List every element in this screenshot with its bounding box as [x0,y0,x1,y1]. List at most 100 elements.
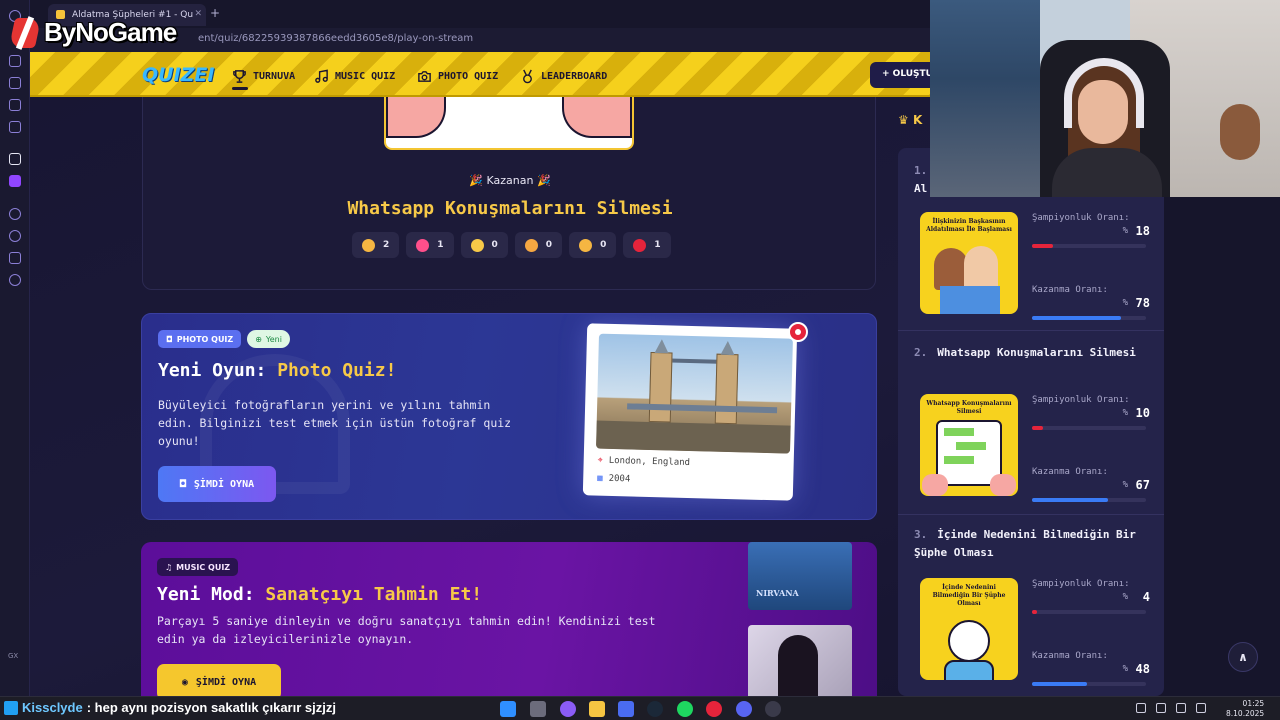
bynogame-logo-text: ByNoGame [44,16,177,47]
win-rate: Kazanma Oranı: % 67 [1032,464,1150,502]
task-view-icon[interactable] [530,701,546,717]
image-icon[interactable] [9,99,21,111]
site-logo[interactable]: QUIZEI [142,64,214,86]
photo-quiz-card: ◘ PHOTO QUIZ ⊕ Yeni Yeni Oyun: Photo Quiz!… [141,313,877,520]
nav-leaderboard[interactable]: LEADERBOARD [520,67,607,85]
music-quiz-card: ♫ MUSIC QUIZ Yeni Mod: Sanatçıyı Tahmin E… [141,542,877,696]
stat-label: Kazanma Oranı: [1032,285,1108,295]
close-icon[interactable]: ✕ [194,9,202,19]
active-nav-indicator [232,87,248,90]
clock-time: 01:25 [1242,699,1265,708]
twitch-icon[interactable] [9,175,21,187]
angry-icon [633,238,647,252]
chat-platform-icon [4,700,18,715]
system-clock[interactable]: 01:25 8.10.2025 [1226,699,1264,719]
bynogame-logo-icon [8,14,42,50]
percent-sign: % [1122,480,1128,490]
nav-music-quiz[interactable]: MUSIC QUIZ [314,67,395,85]
site-navbar: QUIZEI TURNUVA MUSIC QUIZ PHOTO QUIZ LEA… [30,52,940,97]
nav-turnuva[interactable]: TURNUVA [232,67,295,85]
win-rate: Kazanma Oranı: % 78 [1032,282,1150,320]
play-icon[interactable] [9,208,21,220]
reaction-thumbs-up[interactable]: 2 [352,232,400,258]
mail-icon[interactable] [9,121,21,133]
store-icon[interactable] [618,701,634,717]
photo-polaroid: ⌖ London, England ▦ 2004 [582,323,798,501]
nav-music-quiz-label: MUSIC QUIZ [335,70,396,82]
divider [898,330,1164,331]
thumbs-up-icon [362,238,375,252]
medal-icon [523,69,532,83]
rank-number: 1. [914,164,928,177]
title-highlight: Photo Quiz! [277,360,397,381]
music-quiz-play-button[interactable]: ◉ ŞİMDİ OYNA [157,664,281,696]
discord-icon[interactable] [736,701,752,717]
reaction-laughing[interactable]: 0 [460,232,508,258]
arrow-icon[interactable] [9,153,21,165]
item-title-text: Al [914,182,928,195]
scroll-to-top-button[interactable]: ∧ [1228,642,1258,672]
percent-sign: % [1122,592,1128,602]
stat-value: 67 [1135,478,1150,492]
album-cover [748,625,852,696]
thumbnail-caption: İçinde Nedenini Bilmediğin Bir Şüphe Olm… [932,584,1006,607]
cube-icon[interactable] [9,252,21,264]
reactions-row: 2 1 0 0 0 1 [352,232,671,258]
taskbar: Kissclyde : hep aynı pozisyon sakatlık ç… [0,696,1280,720]
copilot-icon[interactable] [560,701,576,717]
file-explorer-icon[interactable] [589,701,605,717]
bag-icon[interactable] [9,77,21,89]
photo-quiz-badge: ◘ PHOTO QUIZ [158,330,242,348]
photo-quiz-title: Yeni Oyun: Photo Quiz! [158,360,396,381]
clock-date: 8.10.2025 [1226,709,1265,718]
album-cover: NIRVANA [748,542,852,610]
stat-value: 78 [1135,296,1150,310]
winner-card: 🎉 Kazanan 🎉 Whatsapp Konuşmalarını Silme… [142,97,876,290]
chat-message: : hep aynı pozisyon sakatlık çıkarır sjz… [86,700,336,715]
title-highlight: Sanatçıyı Tahmin Et! [265,584,483,605]
reaction-sad[interactable]: 0 [569,232,617,258]
photo-quiz-description: Büyüleyici fotoğrafların yerini ve yılın… [158,398,512,448]
photo-quiz-play-button[interactable]: ◘ ŞİMDİ OYNA [158,466,276,502]
championship-bar [1032,244,1146,248]
microphone-icon[interactable] [1156,703,1166,713]
opera-gx-icon[interactable] [706,701,722,717]
thumbnail-caption: Whatsapp Konuşmalarını Silmesi [926,400,1012,415]
leaderboard-item-title: 2. Whatsapp Konuşmalarını Silmesi [914,344,1154,362]
chevron-up-icon[interactable] [1136,703,1146,713]
leaderboard-thumbnail: İlişkinizin Başkasının Aldatılması İle B… [920,212,1018,314]
nav-leaderboard-label: LEADERBOARD [541,70,608,82]
obs-icon[interactable] [765,701,781,717]
music-note-icon [315,69,328,83]
music-quiz-title: Yeni Mod: Sanatçıyı Tahmin Et! [157,584,482,605]
championship-rate: Şampiyonluk Oranı: % 18 [1032,210,1150,248]
steam-icon[interactable] [647,701,663,717]
refresh-icon[interactable] [9,55,21,67]
network-icon[interactable] [1176,703,1186,713]
reaction-count: 1 [437,240,444,250]
windows-start-icon[interactable] [500,701,516,717]
clock-icon[interactable] [9,230,21,242]
reaction-count: 0 [491,240,498,250]
tower-bridge-photo [596,333,793,454]
stat-value: 10 [1135,406,1150,420]
spotify-icon[interactable] [677,701,693,717]
reaction-angry[interactable]: 1 [623,232,671,258]
leaderboard-header: ♛ K [898,113,922,127]
settings-icon[interactable] [9,274,21,286]
map-pin-icon [788,322,808,342]
gx-label: GX [8,652,19,660]
nav-photo-quiz[interactable]: PHOTO QUIZ [417,67,498,85]
reaction-heart[interactable]: 1 [406,232,454,258]
trophy-icon [233,69,246,83]
win-rate: Kazanma Oranı: % 48 [1032,648,1150,686]
badge-label: Yeni [265,334,282,344]
title-prefix: Yeni Oyun: [158,360,278,381]
new-tab-plus-icon[interactable]: + [210,6,220,20]
heart-icon [416,238,430,252]
laughing-icon [470,238,484,252]
badge-label: PHOTO QUIZ [176,334,234,344]
photo-year: ▦ 2004 [597,474,630,485]
reaction-surprised[interactable]: 0 [514,232,563,258]
volume-icon[interactable] [1196,703,1206,713]
